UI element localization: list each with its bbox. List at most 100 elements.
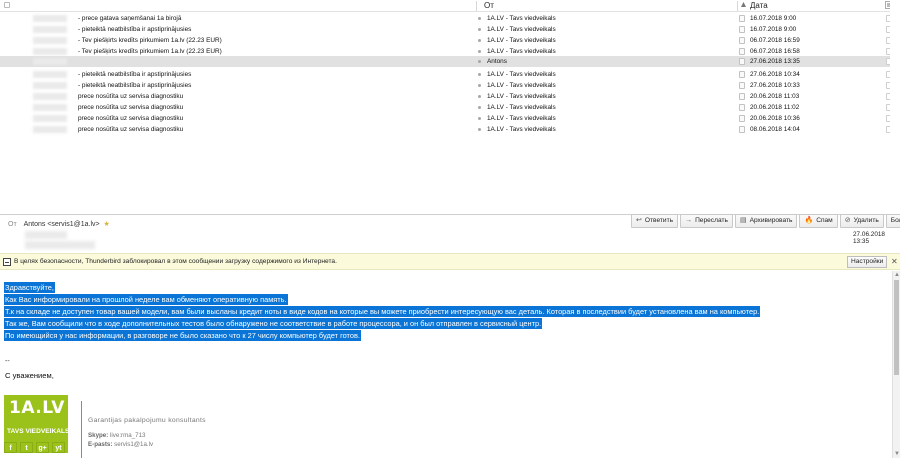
archive-icon: ▤ bbox=[739, 217, 747, 224]
body-scrollbar[interactable]: ▲ ▼ bbox=[892, 271, 900, 458]
redacted-text bbox=[33, 58, 67, 65]
read-status-icon[interactable] bbox=[478, 50, 481, 53]
body-text-line: Как Вас информировали на прошлой неделе … bbox=[4, 294, 288, 305]
read-status-icon[interactable] bbox=[478, 60, 481, 63]
body-text-line: Здравствуйте, bbox=[4, 282, 55, 293]
message-subject: - pieteiktā neatbilstība ir apstiprināju… bbox=[78, 71, 192, 78]
spam-icon: 🔥 bbox=[804, 217, 814, 224]
message-body[interactable]: Здравствуйте, Как Вас информировали на пр… bbox=[0, 271, 892, 458]
skype-value[interactable]: live:rma_713 bbox=[110, 432, 145, 439]
date-column-header[interactable]: Дата bbox=[750, 1, 768, 11]
junk-status-icon[interactable] bbox=[739, 104, 745, 111]
message-date: 27.06.2018 13:35 bbox=[853, 231, 885, 245]
date-sort-icon[interactable] bbox=[740, 1, 747, 11]
forward-icon: → bbox=[685, 217, 693, 224]
junk-status-icon[interactable] bbox=[739, 37, 745, 44]
list-scrollbar[interactable] bbox=[890, 0, 900, 215]
junk-status-icon[interactable] bbox=[739, 115, 745, 122]
scroll-up-icon[interactable]: ▲ bbox=[894, 272, 900, 278]
message-sender: 1A.LV - Tavs viedveikals bbox=[487, 71, 556, 78]
read-status-icon[interactable] bbox=[478, 39, 481, 42]
message-subject: - prece gatava saņemšanai 1a birojā bbox=[78, 15, 182, 22]
read-status-icon[interactable] bbox=[478, 95, 481, 98]
junk-status-icon[interactable] bbox=[739, 26, 745, 33]
junk-status-icon[interactable] bbox=[739, 82, 745, 89]
notice-settings-button[interactable]: Настройки bbox=[847, 256, 888, 268]
message-sender: 1A.LV - Tavs viedveikals bbox=[487, 82, 556, 89]
signature-title: Garantijas pakalpojumu konsultants bbox=[88, 417, 206, 424]
delete-button[interactable]: ⊘ Удалить bbox=[839, 214, 884, 228]
redacted-text bbox=[33, 115, 67, 122]
remote-content-notice: В целях безопасности, Thunderbird заблок… bbox=[0, 253, 900, 270]
message-row[interactable]: prece nosūtīta uz servisa diagnostiku 1A.… bbox=[0, 124, 900, 135]
read-status-icon[interactable] bbox=[478, 84, 481, 87]
junk-status-icon[interactable] bbox=[739, 93, 745, 100]
read-status-icon[interactable] bbox=[478, 73, 481, 76]
google-plus-icon[interactable]: g+ bbox=[36, 442, 49, 453]
message-row[interactable]: Antons 27.06.2018 13:35 bbox=[0, 56, 900, 67]
body-text-line: Т.к на складе не доступен товар вашей мо… bbox=[4, 306, 761, 317]
read-status-icon[interactable] bbox=[478, 106, 481, 109]
reply-button[interactable]: ↩ Ответить bbox=[631, 214, 679, 228]
redacted-text bbox=[33, 126, 67, 133]
read-status-icon[interactable] bbox=[478, 117, 481, 120]
social-links: f t g+ yt bbox=[4, 442, 65, 453]
from-column-header[interactable]: От bbox=[484, 1, 494, 11]
message-subject: prece nosūtīta uz servisa diagnostiku bbox=[78, 93, 184, 100]
message-sender: 1A.LV - Tavs viedveikals bbox=[487, 126, 556, 133]
more-button[interactable]: Больше ▾ bbox=[885, 214, 900, 228]
message-list-header: От Дата bbox=[0, 0, 900, 12]
junk-status-icon[interactable] bbox=[739, 48, 745, 55]
star-icon[interactable]: ★ bbox=[104, 221, 110, 228]
message-date: 16.07.2018 9:00 bbox=[750, 15, 797, 22]
junk-status-icon[interactable] bbox=[739, 126, 745, 133]
message-subject: - Tev piešķirts kredīts pirkumiem 1a.lv … bbox=[78, 37, 222, 44]
spam-button[interactable]: 🔥 Спам bbox=[799, 214, 838, 228]
close-icon[interactable]: ✕ bbox=[891, 257, 898, 266]
scroll-down-icon[interactable]: ▼ bbox=[894, 451, 900, 457]
forward-button[interactable]: → Переслать bbox=[680, 214, 733, 228]
junk-status-icon[interactable] bbox=[739, 58, 745, 65]
delete-icon: ⊘ bbox=[844, 217, 851, 224]
read-status-icon[interactable] bbox=[478, 28, 481, 31]
from-line: От Antons <servis1@1a.lv> ★ bbox=[8, 220, 110, 228]
message-sender: 1A.LV - Tavs viedveikals bbox=[487, 15, 556, 22]
message-row[interactable]: prece nosūtīta uz servisa diagnostiku 1A.… bbox=[0, 113, 900, 124]
message-sender: 1A.LV - Tavs viedveikals bbox=[487, 115, 556, 122]
message-subject: prece nosūtīta uz servisa diagnostiku bbox=[78, 126, 184, 133]
read-status-icon[interactable] bbox=[478, 128, 481, 131]
junk-status-icon[interactable] bbox=[739, 15, 745, 22]
read-status-icon[interactable] bbox=[478, 17, 481, 20]
message-row[interactable]: - prece gatava saņemšanai 1a birojā 1A.LV… bbox=[0, 13, 900, 24]
message-row[interactable]: prece nosūtīta uz servisa diagnostiku 1A.… bbox=[0, 102, 900, 113]
redacted-text bbox=[33, 93, 67, 100]
body-text-line: По имеющийся у нас информации, в разгово… bbox=[4, 330, 361, 341]
redacted-text bbox=[33, 26, 67, 33]
message-date: 20.06.2018 11:02 bbox=[750, 104, 800, 111]
message-date: 16.07.2018 9:00 bbox=[750, 26, 797, 33]
message-sender: 1A.LV - Tavs viedveikals bbox=[487, 26, 556, 33]
junk-status-icon[interactable] bbox=[739, 71, 745, 78]
message-row[interactable]: - pieteiktā neatbilstība ir apstiprināju… bbox=[0, 69, 900, 80]
facebook-icon[interactable]: f bbox=[4, 442, 17, 453]
redacted-text bbox=[33, 82, 67, 89]
twitter-icon[interactable]: t bbox=[20, 442, 33, 453]
redacted-text bbox=[33, 15, 67, 22]
column-separator[interactable] bbox=[737, 1, 738, 11]
notice-text: В целях безопасности, Thunderbird заблок… bbox=[14, 258, 337, 265]
message-row[interactable]: - pieteiktā neatbilstība ir apstiprināju… bbox=[0, 24, 900, 35]
email-link[interactable]: servis1@1a.lv bbox=[114, 441, 153, 448]
message-sender: 1A.LV - Tavs viedveikals bbox=[487, 104, 556, 111]
redacted-text bbox=[33, 71, 67, 78]
archive-button[interactable]: ▤ Архивировать bbox=[734, 214, 798, 228]
message-subject: prece nosūtīta uz servisa diagnostiku bbox=[78, 115, 184, 122]
column-separator[interactable] bbox=[476, 1, 477, 11]
youtube-icon[interactable]: yt bbox=[52, 442, 65, 453]
message-subject: prece nosūtīta uz servisa diagnostiku bbox=[78, 104, 184, 111]
message-row[interactable]: - pieteiktā neatbilstība ir apstiprināju… bbox=[0, 80, 900, 91]
from-address[interactable]: Antons <servis1@1a.lv> bbox=[24, 221, 100, 228]
message-row[interactable]: prece nosūtīta uz servisa diagnostiku 1A.… bbox=[0, 91, 900, 102]
redacted-text bbox=[33, 104, 67, 111]
scrollbar-thumb[interactable] bbox=[894, 280, 899, 375]
message-row[interactable]: - Tev piešķirts kredīts pirkumiem 1a.lv … bbox=[0, 35, 900, 46]
